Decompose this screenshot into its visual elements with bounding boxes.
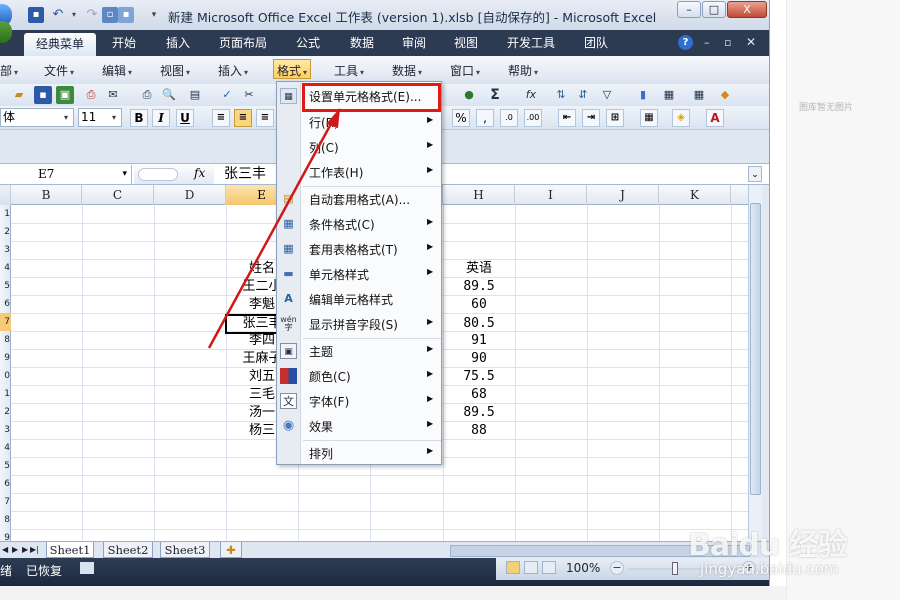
side-panel-text: 图库暂无图片 <box>799 103 854 113</box>
arrow-line <box>207 121 334 349</box>
side-panel: 图库暂无图片 <box>786 0 900 600</box>
baidu-watermark: Baidu 经验 <box>688 528 848 563</box>
bottom-strip <box>0 586 786 600</box>
arrow-head <box>326 108 340 128</box>
annotation-arrow-icon <box>207 108 340 349</box>
baidu-watermark-url: jingyan.baidu.com <box>700 560 839 578</box>
